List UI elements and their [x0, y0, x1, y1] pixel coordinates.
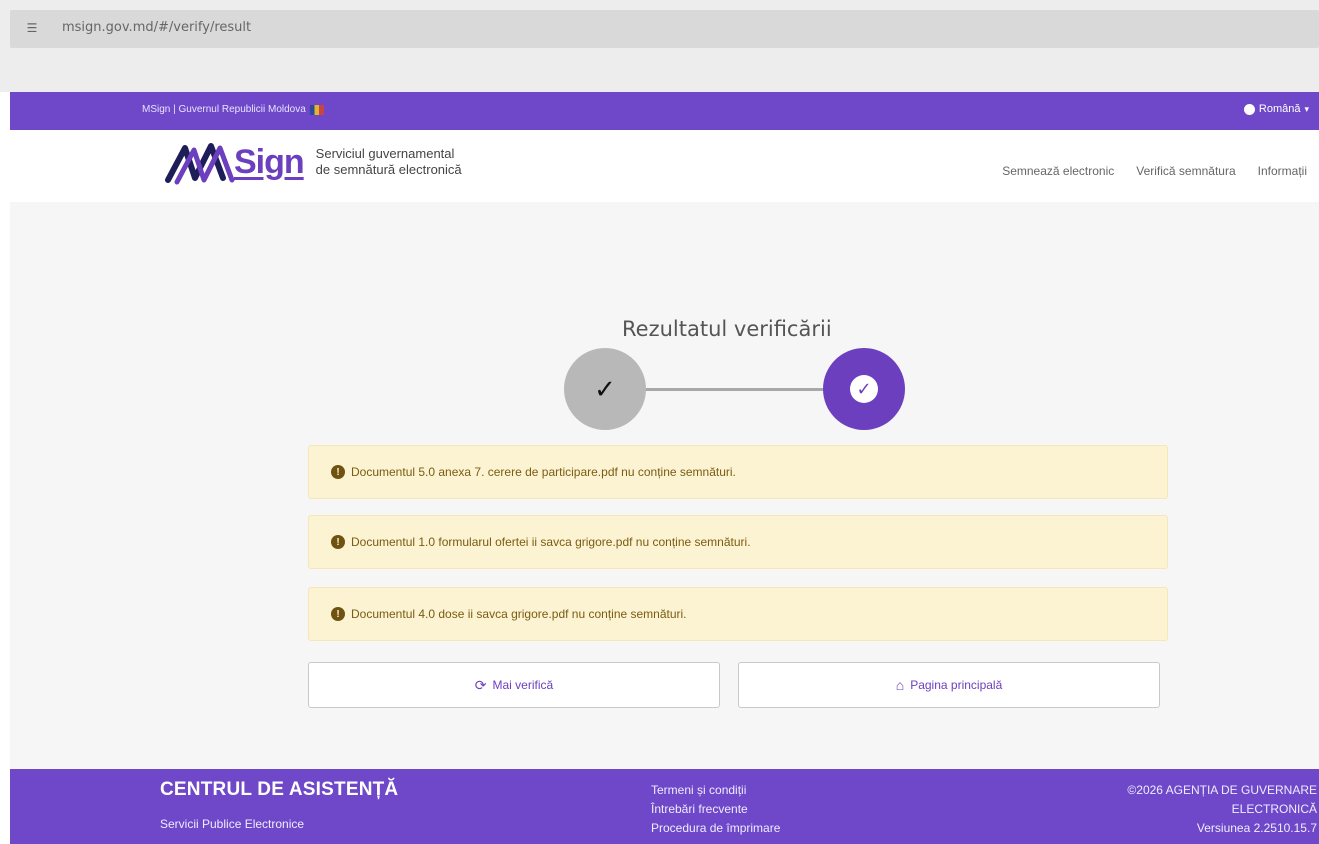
chevron-down-icon: ▾: [1304, 103, 1309, 114]
logo-subtitle-line-1: Serviciul guvernamental: [315, 146, 455, 161]
government-strip: MSign | Guvernul Republicii Moldova Româ…: [10, 92, 1319, 130]
progress-connector: [642, 388, 832, 391]
copyright-line-2: ELECTRONICĂ: [1231, 802, 1317, 816]
no-signature-alert: ! Documentul 1.0 formularul ofertei ii s…: [308, 515, 1168, 569]
globe-icon: [1243, 103, 1255, 115]
main-navigation: Semnează electronic Verifică semnătura I…: [1002, 164, 1307, 178]
check-circle-icon: ✓: [850, 375, 878, 403]
gov-strip-text: MSign | Guvernul Republicii Moldova: [142, 104, 306, 115]
warning-icon: !: [331, 607, 345, 621]
site-footer: CENTRUL DE ASISTENȚĂ Servicii Publice El…: [10, 769, 1319, 844]
footer-title: CENTRUL DE ASISTENȚĂ: [160, 779, 399, 800]
language-label: Română: [1258, 103, 1301, 115]
footer-subtitle: Servicii Publice Electronice: [160, 817, 305, 831]
nav-verify-signature[interactable]: Verifică semnătura: [1136, 164, 1235, 178]
footer-copyright: ©2026 AGENȚIA DE GUVERNARE ELECTRONICĂ V…: [1127, 781, 1317, 838]
language-selector[interactable]: Română ▾: [1243, 103, 1309, 115]
home-page-button[interactable]: ⌂ Pagina principală: [738, 662, 1160, 708]
verification-result-panel: Rezultatul verificării ✓ ✓ ! Documentul …: [10, 202, 1319, 769]
url-text[interactable]: msign.gov.md/#/verify/result: [62, 20, 251, 35]
no-signature-alert: ! Documentul 5.0 anexa 7. cerere de part…: [308, 445, 1168, 499]
footer-link-faq[interactable]: Întrebări frecvente: [651, 800, 780, 819]
footer-links: Termeni și condiții Întrebări frecvente …: [651, 781, 780, 838]
footer-link-terms[interactable]: Termeni și condiții: [651, 781, 780, 800]
msign-logo-mark: [165, 143, 235, 185]
logo-text: Sign: [234, 142, 305, 181]
home-page-label: Pagina principală: [910, 678, 1003, 692]
footer-link-print-procedure[interactable]: Procedura de împrimare: [651, 819, 780, 838]
logo-subtitle: Serviciul guvernamental de semnătură ele…: [316, 146, 462, 178]
check-icon: ✓: [594, 373, 616, 404]
verify-more-button[interactable]: ⟳ Mai verifică: [308, 662, 720, 708]
alert-text: Documentul 4.0 dose ii savca grigore.pdf…: [351, 607, 687, 621]
government-link[interactable]: MSign | Guvernul Republicii Moldova: [142, 104, 324, 115]
result-step: ✓: [823, 348, 905, 430]
warning-icon: !: [331, 465, 345, 479]
no-signature-alert: ! Documentul 4.0 dose ii savca grigore.p…: [308, 587, 1168, 641]
alert-text: Documentul 1.0 formularul ofertei ii sav…: [351, 535, 751, 549]
logo-subtitle-line-2: de semnătură electronică: [315, 162, 462, 177]
nav-information[interactable]: Informații: [1258, 164, 1307, 178]
msign-logo[interactable]: Sign Serviciul guvernamental de semnătur…: [165, 138, 462, 186]
version-text: Versiunea 2.2510.15.7: [1196, 821, 1317, 835]
result-title: Rezultatul verificării: [622, 317, 832, 341]
nav-sign-electronic[interactable]: Semnează electronic: [1002, 164, 1114, 178]
alert-text: Documentul 5.0 anexa 7. cerere de partic…: [351, 465, 736, 479]
moldova-flag-icon: [309, 104, 324, 115]
site-settings-icon[interactable]: ☰: [24, 21, 40, 35]
refresh-icon: ⟳: [474, 676, 487, 693]
home-icon: ⌂: [895, 677, 905, 693]
verify-more-label: Mai verifică: [492, 678, 554, 692]
warning-icon: !: [331, 535, 345, 549]
site-header: Sign Serviciul guvernamental de semnătur…: [10, 130, 1319, 202]
copyright-line-1: ©2026 AGENȚIA DE GUVERNARE: [1127, 783, 1317, 797]
upload-step: ✓: [564, 348, 646, 430]
